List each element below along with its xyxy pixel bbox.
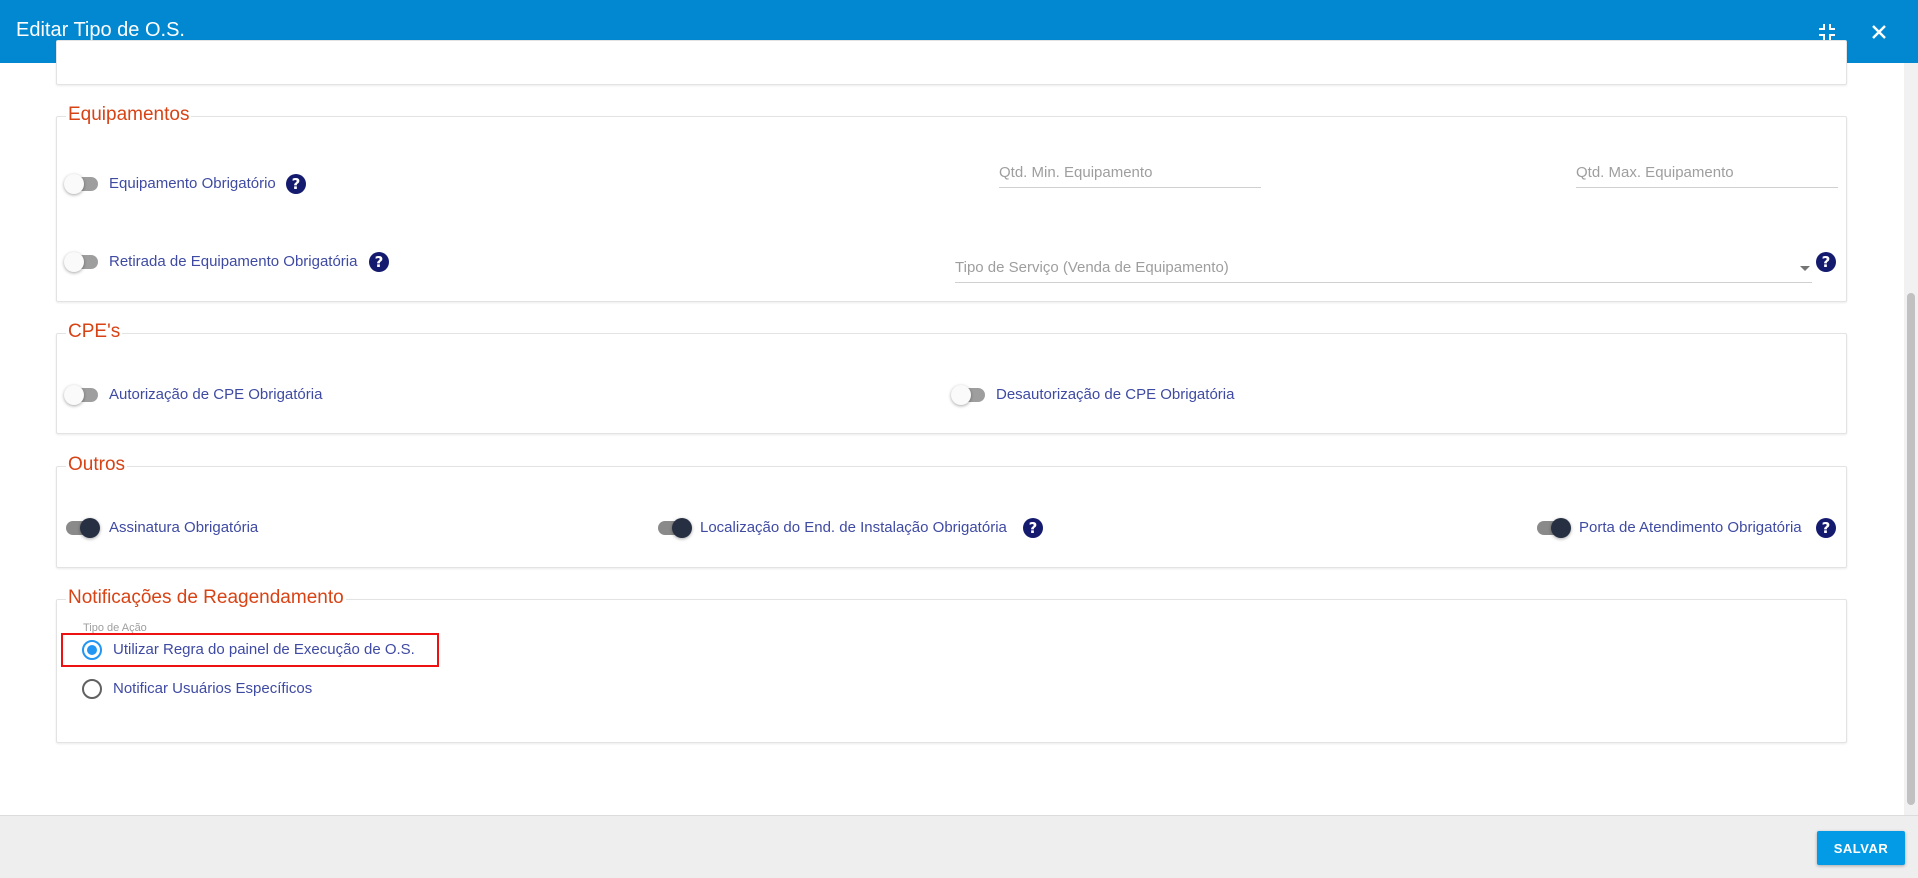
legend-cpes: CPE's [66, 321, 123, 343]
help-icon[interactable]: ? [286, 174, 306, 194]
help-icon[interactable]: ? [1816, 518, 1836, 538]
legend-equipamentos: Equipamentos [66, 104, 192, 126]
porta-atendimento-label: Porta de Atendimento Obrigatória [1579, 519, 1802, 536]
qtd-max-placeholder: Qtd. Max. Equipamento [1576, 164, 1734, 181]
localizacao-toggle[interactable] [656, 518, 692, 538]
exit-fullscreen-icon [1819, 24, 1835, 40]
radio-notificar-usuarios-label[interactable]: Notificar Usuários Específicos [113, 680, 312, 697]
assinatura-toggle[interactable] [64, 518, 100, 538]
highlight-box [61, 633, 439, 667]
qtd-min-equipamento-input[interactable]: Qtd. Min. Equipamento [999, 162, 1261, 188]
scrollbar[interactable] [1904, 63, 1918, 815]
legend-outros: Outros [66, 454, 128, 476]
section-previous [56, 40, 1847, 85]
section-outros [56, 466, 1847, 568]
desautorizacao-cpe-label: Desautorização de CPE Obrigatória [996, 386, 1235, 403]
help-icon[interactable]: ? [369, 252, 389, 272]
dialog-footer [0, 815, 1918, 878]
chevron-down-icon [1800, 266, 1810, 271]
help-icon[interactable]: ? [1023, 518, 1043, 538]
close-button[interactable] [1863, 16, 1895, 48]
tipo-servico-placeholder: Tipo de Serviço (Venda de Equipamento) [955, 259, 1229, 276]
scrollbar-thumb[interactable] [1907, 293, 1915, 805]
retirada-equipamento-label: Retirada de Equipamento Obrigatória [109, 253, 358, 270]
qtd-min-placeholder: Qtd. Min. Equipamento [999, 164, 1153, 181]
radio-notificar-usuarios[interactable] [82, 679, 102, 699]
save-button[interactable]: SALVAR [1817, 831, 1905, 865]
section-notificacoes [56, 599, 1847, 743]
legend-notificacoes: Notificações de Reagendamento [66, 587, 346, 609]
equipamento-obrigatorio-toggle[interactable] [64, 174, 100, 194]
qtd-max-equipamento-input[interactable]: Qtd. Max. Equipamento [1576, 162, 1838, 188]
autorizacao-cpe-toggle[interactable] [64, 385, 100, 405]
porta-atendimento-toggle[interactable] [1535, 518, 1571, 538]
autorizacao-cpe-label: Autorização de CPE Obrigatória [109, 386, 323, 403]
section-cpes [56, 333, 1847, 434]
assinatura-label: Assinatura Obrigatória [109, 519, 259, 536]
retirada-equipamento-toggle[interactable] [64, 252, 100, 272]
close-icon [1872, 25, 1886, 39]
help-icon[interactable]: ? [1816, 252, 1836, 272]
tipo-servico-select[interactable]: Tipo de Serviço (Venda de Equipamento) [955, 257, 1812, 283]
dialog-title: Editar Tipo de O.S. [16, 19, 185, 41]
desautorizacao-cpe-toggle[interactable] [951, 385, 987, 405]
localizacao-label: Localização do End. de Instalação Obriga… [700, 519, 1007, 536]
equipamento-obrigatorio-label: Equipamento Obrigatório [109, 175, 276, 192]
